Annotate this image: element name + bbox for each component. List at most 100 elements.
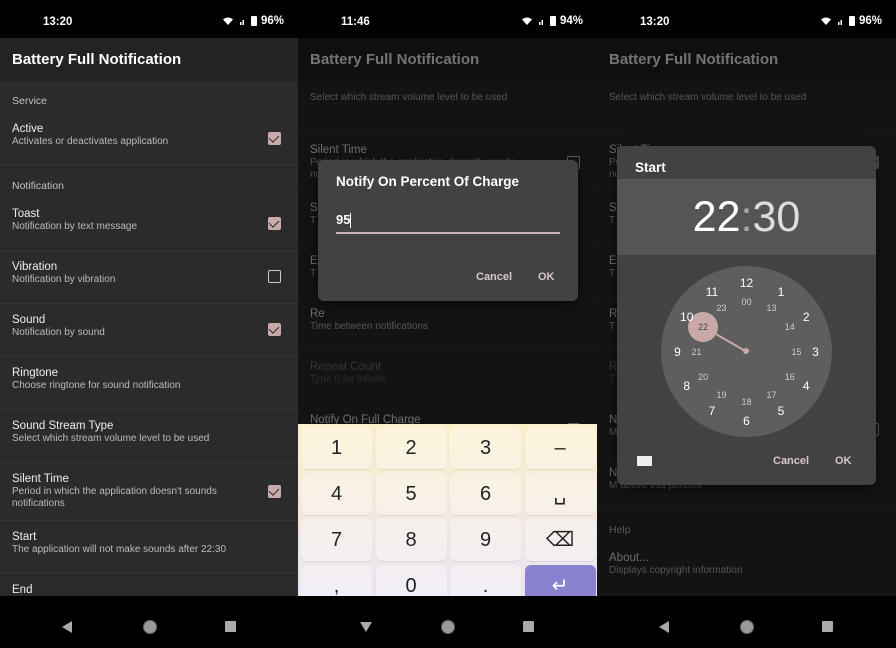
home-icon[interactable] [143, 620, 157, 634]
list-item[interactable]: Silent TimePeriod in which the applicati… [0, 463, 298, 521]
status-bar: 11:46 94% [298, 0, 597, 38]
clock-hour-inner[interactable]: 23 [716, 303, 726, 313]
checkbox[interactable] [268, 323, 281, 336]
recents-icon[interactable] [822, 621, 833, 632]
list-item[interactable]: Sound Stream Type Select which stream vol… [0, 410, 298, 463]
section-header: Notification [12, 180, 64, 192]
list-item[interactable]: Repeat Count Type 0 for infinite [298, 351, 597, 404]
key[interactable]: ⌫ [524, 519, 596, 561]
clock-hour[interactable]: 5 [778, 404, 785, 418]
phone-screen-settings: 13:20 96% Battery Full Notification Serv… [0, 0, 298, 648]
percent-input[interactable]: 95 [336, 212, 560, 234]
back-icon[interactable] [62, 621, 72, 633]
list-item[interactable]: Re Time between notifications [298, 298, 597, 351]
item-subtitle: The application will not make sounds aft… [12, 544, 227, 555]
text-caret [350, 213, 352, 229]
clock-hour[interactable]: 2 [803, 310, 810, 324]
percent-input-value: 95 [336, 212, 351, 227]
keyboard-icon[interactable] [637, 456, 652, 466]
hide-keyboard-icon[interactable] [360, 622, 372, 632]
app-title: Battery Full Notification [0, 38, 298, 81]
clock-hour[interactable]: 6 [743, 414, 750, 428]
key[interactable]: 3 [450, 427, 521, 469]
hours-value[interactable]: 22 [693, 193, 741, 241]
list-item[interactable]: About... Displays copyright information [597, 542, 896, 595]
item-subtitle: Type 0 for infinite [310, 374, 387, 385]
list-item[interactable]: Select which stream volume level to be u… [298, 81, 597, 134]
status-time: 13:20 [640, 16, 670, 28]
list-item[interactable]: Toast Notification by text message [0, 198, 298, 251]
list-item[interactable]: Select which stream volume level to be u… [597, 81, 896, 134]
item-title: Toast [12, 208, 40, 220]
settings-list: Service Active Activates or deactivates ap… [0, 81, 298, 596]
checkbox[interactable] [268, 484, 281, 498]
home-icon[interactable] [740, 620, 754, 634]
key[interactable]: 9 [450, 519, 521, 561]
key[interactable]: 2 [375, 427, 447, 469]
time-display: 22:30 [617, 179, 876, 255]
key[interactable]: 1 [301, 427, 372, 469]
section-header: Help [609, 524, 631, 536]
key[interactable]: – [524, 427, 596, 469]
list-item[interactable]: Start The application will not make sound… [0, 521, 298, 574]
back-icon[interactable] [659, 621, 669, 633]
item-subtitle: Notification by text message [12, 221, 138, 232]
item-title: Ringtone [12, 367, 59, 379]
clock-hour-inner[interactable]: 20 [698, 372, 708, 382]
clock-hour[interactable]: 3 [812, 345, 819, 359]
clock-hour-inner[interactable]: 00 [741, 297, 751, 307]
ok-button[interactable]: OK [538, 271, 555, 283]
clock-hour-inner[interactable]: 15 [791, 347, 801, 357]
key[interactable]: 6 [450, 473, 521, 515]
recents-icon[interactable] [225, 621, 236, 632]
percent-dialog: Notify On Percent Of Charge 95 Cancel OK [318, 160, 578, 301]
key[interactable]: 5 [375, 473, 447, 515]
clock-hour[interactable]: 8 [683, 379, 690, 393]
clock-hour[interactable]: 4 [803, 379, 810, 393]
numeric-keyboard: 1 2 3–4 5 6 ␣ 7 8 9 ⌫, 0. ↵ [298, 424, 597, 612]
clock-hour-inner[interactable]: 14 [785, 322, 795, 332]
clock-hour[interactable]: 7 [709, 404, 716, 418]
checkbox[interactable] [268, 270, 281, 283]
clock-face[interactable]: 12 1 2 3 4 5 6 7 8 9 10 11 00 13 14 15 16 17 18 19 20 21 22 23 [661, 266, 832, 437]
list-item[interactable]: Sound Notification by sound [0, 304, 298, 357]
checkbox[interactable] [268, 217, 281, 230]
checkbox[interactable] [268, 132, 281, 145]
time-colon: : [740, 193, 753, 241]
clock-hour[interactable]: 10 [680, 310, 693, 324]
clock-hour[interactable]: 11 [706, 285, 718, 299]
recents-icon[interactable] [523, 621, 534, 632]
clock-hour-inner[interactable]: 13 [766, 303, 776, 313]
status-time: 13:20 [43, 16, 73, 28]
status-bar: 13:20 96% [597, 0, 896, 38]
clock-hour-inner[interactable]: 17 [766, 390, 776, 400]
clock-hour-inner[interactable]: 22 [698, 322, 708, 332]
cancel-button[interactable]: Cancel [476, 271, 512, 283]
clock-hour-inner[interactable]: 16 [785, 372, 795, 382]
clock-hour-inner[interactable]: 21 [691, 347, 701, 357]
ok-button[interactable]: OK [835, 455, 852, 467]
key[interactable]: 8 [375, 519, 447, 561]
key[interactable]: 7 [301, 519, 372, 561]
battery-icon [549, 16, 556, 26]
list-item[interactable]: Ringtone Choose ringtone for sound notifi… [0, 357, 298, 410]
item-title: Active [12, 123, 44, 135]
list-item[interactable]: Active Activates or deactivates applicati… [0, 113, 298, 166]
cancel-button[interactable]: Cancel [773, 455, 809, 467]
signal-icon [837, 20, 842, 25]
list-item[interactable]: Vibration Notification by vibration [0, 251, 298, 304]
clock-hour[interactable]: 12 [740, 276, 753, 290]
item-subtitle: Select which stream volume level to be u… [12, 433, 210, 444]
key[interactable]: 4 [301, 473, 372, 515]
minutes-value[interactable]: 30 [752, 193, 800, 241]
clock-hour[interactable]: 9 [674, 345, 681, 359]
list-item[interactable]: End [0, 574, 298, 596]
phone-screen-percent-dialog: 11:46 94% Battery Full Notification Sele… [298, 0, 597, 648]
clock-hour-inner[interactable]: 18 [741, 397, 751, 407]
clock-hour[interactable]: 1 [778, 285, 785, 299]
status-bar: 13:20 96% [0, 0, 298, 38]
home-icon[interactable] [441, 620, 455, 634]
key[interactable]: ␣ [524, 473, 596, 515]
item-subtitle: Select which stream volume level to be u… [310, 92, 508, 103]
clock-hour-inner[interactable]: 19 [716, 390, 726, 400]
